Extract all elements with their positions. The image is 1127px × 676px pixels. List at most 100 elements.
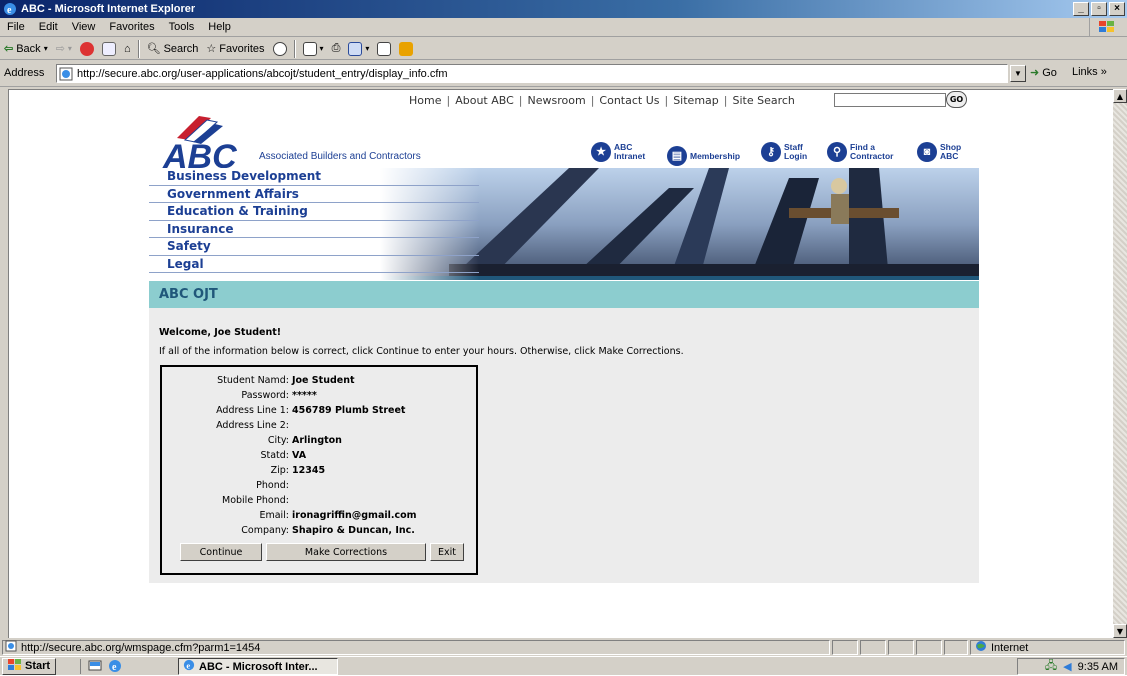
discuss-icon bbox=[377, 41, 392, 56]
logo-wordmark: ABC bbox=[162, 138, 237, 170]
print-button[interactable]: ⎙ bbox=[328, 39, 345, 59]
nav-about[interactable]: About ABC bbox=[455, 94, 514, 107]
nav-sitemap[interactable]: Sitemap bbox=[673, 94, 719, 107]
links-button[interactable]: Links » bbox=[1072, 66, 1107, 78]
standard-toolbar: ⇦ Back ▾ ⇨ ▾ ⌂ 🔍︎ Search ☆ Favorites ▾ ⎙ ▾ bbox=[0, 38, 1127, 60]
back-button[interactable]: ⇦ Back ▾ bbox=[0, 39, 52, 59]
scroll-up-button[interactable]: ▲ bbox=[1113, 89, 1127, 103]
volume-icon[interactable]: ◀ bbox=[1063, 660, 1071, 673]
start-button[interactable]: Start bbox=[2, 657, 57, 675]
discuss-button[interactable] bbox=[373, 39, 395, 59]
quicklink-shop[interactable]: ◙ Shop ABC bbox=[917, 142, 961, 162]
site-search-input[interactable] bbox=[834, 93, 946, 107]
search-icon: 🔍︎ bbox=[146, 43, 161, 55]
make-corrections-button[interactable]: Make Corrections bbox=[266, 543, 426, 561]
content-panel: Welcome, Joe Student! If all of the info… bbox=[149, 308, 979, 583]
info-row-city: City: Arlington bbox=[267, 435, 342, 446]
chevron-down-icon: ▾ bbox=[365, 44, 370, 53]
nav-site-search: Site Search bbox=[732, 94, 795, 107]
close-button[interactable]: × bbox=[1109, 2, 1125, 16]
menu-legal[interactable]: Legal bbox=[149, 256, 479, 273]
window-title: ABC - Microsoft Internet Explorer bbox=[21, 3, 196, 15]
magnifier-icon: ⚲ bbox=[827, 142, 847, 162]
info-row-mobile-phone: Mobile Phond: bbox=[222, 495, 289, 506]
go-arrow-icon: ➜ bbox=[1030, 67, 1040, 79]
edit-button[interactable]: ▾ bbox=[344, 39, 373, 59]
nav-divider: | bbox=[590, 94, 595, 107]
menu-help[interactable]: Help bbox=[201, 21, 238, 33]
browser-window: e ABC - Microsoft Internet Explorer _ ▫ … bbox=[0, 0, 1127, 675]
show-desktop-icon[interactable] bbox=[88, 659, 102, 676]
messenger-button[interactable] bbox=[395, 39, 417, 59]
section-title: ABC OJT bbox=[149, 281, 979, 308]
menu-safety[interactable]: Safety bbox=[149, 238, 479, 256]
quicklink-find-contractor[interactable]: ⚲ Find a Contractor bbox=[827, 142, 893, 162]
favorites-button[interactable]: ☆ Favorites bbox=[202, 39, 268, 59]
address-input[interactable]: http://secure.abc.org/user-applications/… bbox=[56, 64, 1008, 83]
star-icon: ★ bbox=[591, 142, 611, 162]
info-row-password: Password: ***** bbox=[241, 390, 317, 401]
menu-tools[interactable]: Tools bbox=[162, 21, 202, 33]
ie-quicklaunch-icon[interactable]: e bbox=[108, 659, 122, 676]
go-button[interactable]: ➜ Go bbox=[1030, 66, 1057, 80]
refresh-button[interactable] bbox=[98, 39, 120, 59]
status-cell bbox=[832, 640, 858, 655]
mail-button[interactable]: ▾ bbox=[299, 39, 328, 59]
menu-favorites[interactable]: Favorites bbox=[102, 21, 161, 33]
abc-logo[interactable]: ABC bbox=[159, 110, 269, 176]
site-search-go-button[interactable]: GO bbox=[946, 91, 967, 108]
menu-insurance[interactable]: Insurance bbox=[149, 221, 479, 238]
welcome-message: Welcome, Joe Student! bbox=[159, 327, 282, 338]
quicklink-membership[interactable]: ▤ Membership bbox=[667, 146, 740, 166]
svg-text:e: e bbox=[112, 662, 117, 673]
forward-button[interactable]: ⇨ ▾ bbox=[52, 39, 76, 59]
scroll-down-button[interactable]: ▼ bbox=[1113, 624, 1127, 638]
nav-contact[interactable]: Contact Us bbox=[599, 94, 659, 107]
menu-government-affairs[interactable]: Government Affairs bbox=[149, 186, 479, 203]
menu-view[interactable]: View bbox=[65, 21, 103, 33]
globe-icon bbox=[975, 640, 987, 655]
menu-business-development[interactable]: Business Development bbox=[149, 168, 479, 186]
messenger-icon bbox=[399, 41, 414, 56]
action-buttons: Continue Make Corrections Exit bbox=[180, 543, 464, 561]
search-button[interactable]: 🔍︎ Search bbox=[143, 39, 203, 59]
home-button[interactable]: ⌂ bbox=[120, 39, 135, 59]
menu-edit[interactable]: Edit bbox=[32, 21, 65, 33]
quicklink-intranet[interactable]: ★ ABC Intranet bbox=[591, 142, 645, 162]
address-bar: Address http://secure.abc.org/user-appli… bbox=[0, 61, 1127, 87]
minimize-button[interactable]: _ bbox=[1073, 2, 1089, 16]
address-dropdown-button[interactable]: ▼ bbox=[1010, 65, 1026, 82]
nav-divider: | bbox=[518, 94, 523, 107]
vertical-scrollbar[interactable]: ▲ ▼ bbox=[1113, 89, 1127, 638]
network-icon[interactable]: 🖧︎ bbox=[1045, 657, 1057, 676]
quicklink-staff-login[interactable]: ⚷ Staff Login bbox=[761, 142, 807, 162]
main-menu: Business Development Government Affairs … bbox=[149, 168, 479, 280]
stop-button[interactable] bbox=[76, 39, 98, 59]
history-button[interactable] bbox=[269, 39, 291, 59]
status-text: http://secure.abc.org/wmspage.cfm?parm1=… bbox=[21, 641, 261, 654]
nav-newsroom[interactable]: Newsroom bbox=[528, 94, 586, 107]
info-row-student-name: Student Namd: Joe Student bbox=[217, 375, 355, 386]
back-arrow-icon: ⇦ bbox=[4, 43, 14, 55]
system-tray: 🖧︎ ◀ 9:35 AM bbox=[1017, 658, 1125, 675]
clock[interactable]: 9:35 AM bbox=[1078, 661, 1118, 673]
page-icon bbox=[59, 67, 73, 81]
status-bar: http://secure.abc.org/wmspage.cfm?parm1=… bbox=[0, 639, 1127, 656]
ie-icon: e bbox=[183, 659, 195, 674]
exit-button[interactable]: Exit bbox=[430, 543, 464, 561]
info-row-address2: Address Line 2: bbox=[216, 420, 289, 431]
forward-arrow-icon: ⇨ bbox=[55, 43, 65, 55]
restore-button[interactable]: ▫ bbox=[1091, 2, 1107, 16]
taskbar-button-ie[interactable]: e ABC - Microsoft Inter... bbox=[178, 658, 338, 675]
menu-education-training[interactable]: Education & Training bbox=[149, 203, 479, 221]
windows-flag-icon bbox=[1089, 18, 1123, 36]
mail-icon bbox=[302, 41, 317, 56]
nav-home[interactable]: Home bbox=[409, 94, 441, 107]
chevron-right-icon: » bbox=[1100, 66, 1107, 78]
title-bar: e ABC - Microsoft Internet Explorer _ ▫ … bbox=[0, 0, 1127, 18]
refresh-icon bbox=[101, 41, 116, 56]
menu-file[interactable]: File bbox=[0, 21, 32, 33]
star-icon: ☆ bbox=[206, 43, 217, 55]
chevron-down-icon: ▾ bbox=[43, 44, 48, 53]
continue-button[interactable]: Continue bbox=[180, 543, 262, 561]
